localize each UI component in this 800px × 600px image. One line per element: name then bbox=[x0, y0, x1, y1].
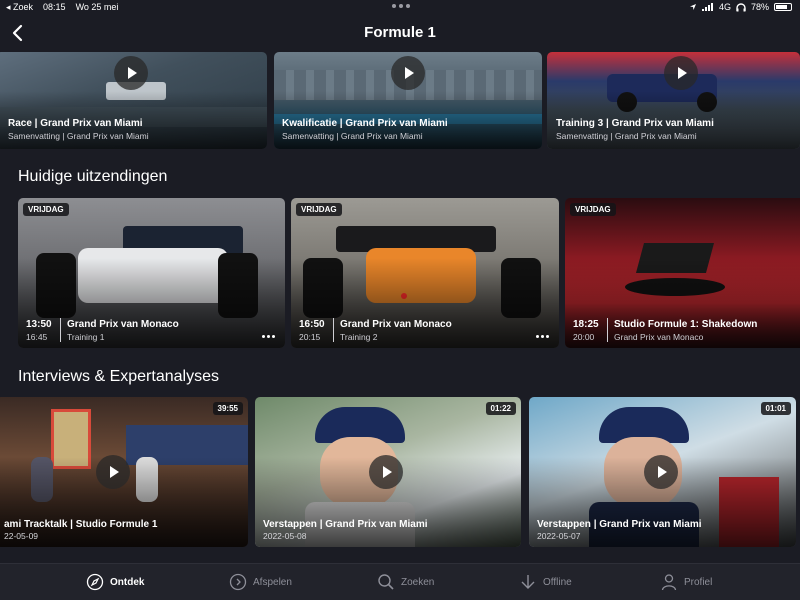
broadcast-title: Grand Prix van Monaco bbox=[340, 319, 452, 330]
video-subtitle: Samenvatting | Grand Prix van Miami bbox=[282, 131, 423, 141]
location-icon bbox=[689, 4, 696, 10]
end-time: 20:15 bbox=[299, 332, 321, 342]
video-subtitle: Samenvatting | Grand Prix van Miami bbox=[556, 131, 697, 141]
search-icon bbox=[378, 574, 394, 590]
interview-date: 2022-05-08 bbox=[263, 531, 307, 541]
video-title: Training 3 | Grand Prix van Miami bbox=[556, 118, 714, 129]
section-title-interviews: Interviews & Expertanalyses bbox=[18, 368, 219, 385]
tab-offline[interactable]: Offline bbox=[519, 573, 572, 591]
play-icon[interactable] bbox=[664, 56, 698, 90]
headphones-icon bbox=[736, 2, 746, 11]
broadcast-card[interactable]: VRIJDAG 16:50 20:15 Grand Prix van Monac… bbox=[291, 198, 559, 348]
video-card[interactable]: Training 3 | Grand Prix van Miami Samenv… bbox=[547, 52, 800, 149]
video-title: Race | Grand Prix van Miami bbox=[8, 118, 143, 129]
video-card[interactable]: Race | Grand Prix van Miami Samenvatting… bbox=[0, 52, 267, 149]
play-icon[interactable] bbox=[391, 56, 425, 90]
play-icon[interactable] bbox=[114, 56, 148, 90]
play-circle-icon bbox=[229, 573, 247, 591]
start-time: 18:25 bbox=[573, 319, 599, 330]
day-badge: VRIJDAG bbox=[23, 203, 69, 216]
broadcast-subtitle: Grand Prix van Monaco bbox=[614, 332, 704, 342]
multitask-dots[interactable] bbox=[392, 4, 410, 8]
day-badge: VRIJDAG bbox=[296, 203, 342, 216]
tab-label: Profiel bbox=[684, 576, 713, 588]
tab-afspelen[interactable]: Afspelen bbox=[229, 573, 292, 591]
status-time: 08:15 bbox=[43, 2, 66, 12]
interview-title: ami Tracktalk | Studio Formule 1 bbox=[4, 519, 158, 530]
broadcast-subtitle: Training 1 bbox=[67, 332, 105, 342]
video-card[interactable]: Kwalificatie | Grand Prix van Miami Same… bbox=[274, 52, 542, 149]
day-badge: VRIJDAG bbox=[570, 203, 616, 216]
video-title: Kwalificatie | Grand Prix van Miami bbox=[282, 118, 448, 129]
tab-label: Zoeken bbox=[401, 576, 435, 588]
battery-icon bbox=[774, 3, 792, 11]
tab-label: Ontdek bbox=[110, 576, 145, 588]
duration-badge: 01:01 bbox=[760, 402, 791, 415]
interview-card[interactable]: 39:55 ami Tracktalk | Studio Formule 1 2… bbox=[0, 397, 248, 547]
nav-bar: Formule 1 bbox=[0, 18, 800, 48]
tab-ontdek[interactable]: Ontdek bbox=[86, 573, 144, 591]
broadcast-title: Grand Prix van Monaco bbox=[67, 319, 179, 330]
broadcast-card[interactable]: VRIJDAG 18:25 20:00 Studio Formule 1: Sh… bbox=[565, 198, 800, 348]
broadcast-title: Studio Formule 1: Shakedown bbox=[614, 319, 758, 330]
more-options-icon[interactable] bbox=[536, 335, 549, 338]
broadcast-card[interactable]: VRIJDAG 13:50 16:45 Grand Prix van Monac… bbox=[18, 198, 285, 348]
interview-card[interactable]: 01:22 Verstappen | Grand Prix van Miami … bbox=[255, 397, 521, 547]
start-time: 16:50 bbox=[299, 319, 325, 330]
divider bbox=[60, 318, 61, 342]
play-icon[interactable] bbox=[644, 455, 678, 489]
signal-icon bbox=[701, 3, 713, 11]
interview-date: 2022-05-07 bbox=[537, 531, 581, 541]
play-icon[interactable] bbox=[369, 455, 403, 489]
interview-card[interactable]: 01:01 Verstappen | Grand Prix van Miami … bbox=[529, 397, 796, 547]
interview-title: Verstappen | Grand Prix van Miami bbox=[537, 519, 702, 530]
end-time: 16:45 bbox=[26, 332, 48, 342]
interview-title: Verstappen | Grand Prix van Miami bbox=[263, 519, 428, 530]
compass-icon bbox=[86, 573, 104, 591]
play-icon[interactable] bbox=[96, 455, 130, 489]
divider bbox=[607, 318, 608, 342]
video-subtitle: Samenvatting | Grand Prix van Miami bbox=[8, 131, 149, 141]
page-title: Formule 1 bbox=[364, 24, 436, 41]
tab-label: Afspelen bbox=[253, 576, 292, 588]
broadcast-subtitle: Training 2 bbox=[340, 332, 378, 342]
interview-date: 22-05-09 bbox=[4, 531, 39, 541]
start-time: 13:50 bbox=[26, 319, 52, 330]
back-to-app-link[interactable]: ◂ Zoek bbox=[6, 2, 33, 13]
duration-badge: 39:55 bbox=[212, 402, 243, 415]
battery-percent: 78% bbox=[750, 2, 769, 12]
more-options-icon[interactable] bbox=[262, 335, 275, 338]
section-title-current: Huidige uitzendingen bbox=[18, 168, 168, 185]
tab-zoeken[interactable]: Zoeken bbox=[377, 573, 434, 591]
download-arrow-icon bbox=[521, 575, 535, 589]
tab-profiel[interactable]: Profiel bbox=[660, 573, 712, 591]
tab-label: Offline bbox=[543, 576, 572, 588]
person-icon bbox=[661, 574, 677, 591]
duration-badge: 01:22 bbox=[485, 402, 516, 415]
divider bbox=[333, 318, 334, 342]
network-label: 4G bbox=[718, 2, 731, 12]
end-time: 20:00 bbox=[573, 332, 595, 342]
status-date: Wo 25 mei bbox=[75, 2, 119, 12]
tab-bar: Ontdek Afspelen Zoeken Offline Profiel bbox=[0, 563, 800, 600]
status-bar: ◂ Zoek 08:15 Wo 25 mei 4G 78% bbox=[0, 0, 800, 16]
